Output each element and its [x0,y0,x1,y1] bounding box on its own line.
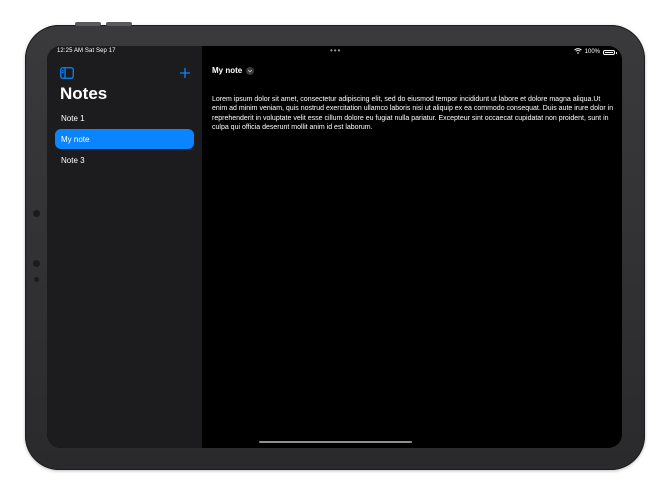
note-item-label: Note 1 [61,113,85,123]
plus-icon[interactable] [179,66,195,78]
multitasking-dots[interactable]: ••• [330,46,341,55]
note-title-menu[interactable]: My note [212,66,255,75]
status-bar: 12:25 AM Sat Sep 17 ••• 100% [47,46,622,58]
status-right: 100% [573,48,617,56]
note-body-text[interactable]: Lorem ipsum dolor sit amet, consectetur … [212,95,614,133]
note-list-item[interactable]: Note 3 [55,150,194,170]
note-list-item-selected[interactable]: My note [55,129,194,149]
battery-percent: 100% [584,49,600,55]
volume-button [106,22,132,26]
notes-sidebar: Notes Note 1 My note Note 3 [47,46,202,448]
volume-button [75,22,101,26]
note-item-label: My note [61,134,90,144]
sidebar-toggle-icon[interactable] [60,66,76,79]
note-title: My note [212,66,243,75]
screen: Notes Note 1 My note Note 3 My note Lore… [47,46,622,448]
side-sensor [33,210,40,217]
sidebar-title: Notes [60,84,108,103]
side-sensor [34,277,39,282]
battery-icon [603,49,617,55]
side-sensor [33,260,40,267]
note-item-label: Note 3 [61,155,85,165]
note-list-item[interactable]: Note 1 [55,108,194,128]
home-indicator[interactable] [259,441,412,443]
wifi-icon [573,48,582,56]
chevron-down-icon [246,66,255,75]
note-detail-pane: My note Lorem ipsum dolor sit amet, cons… [202,46,622,448]
status-time: 12:25 AM Sat Sep 17 [57,48,116,54]
